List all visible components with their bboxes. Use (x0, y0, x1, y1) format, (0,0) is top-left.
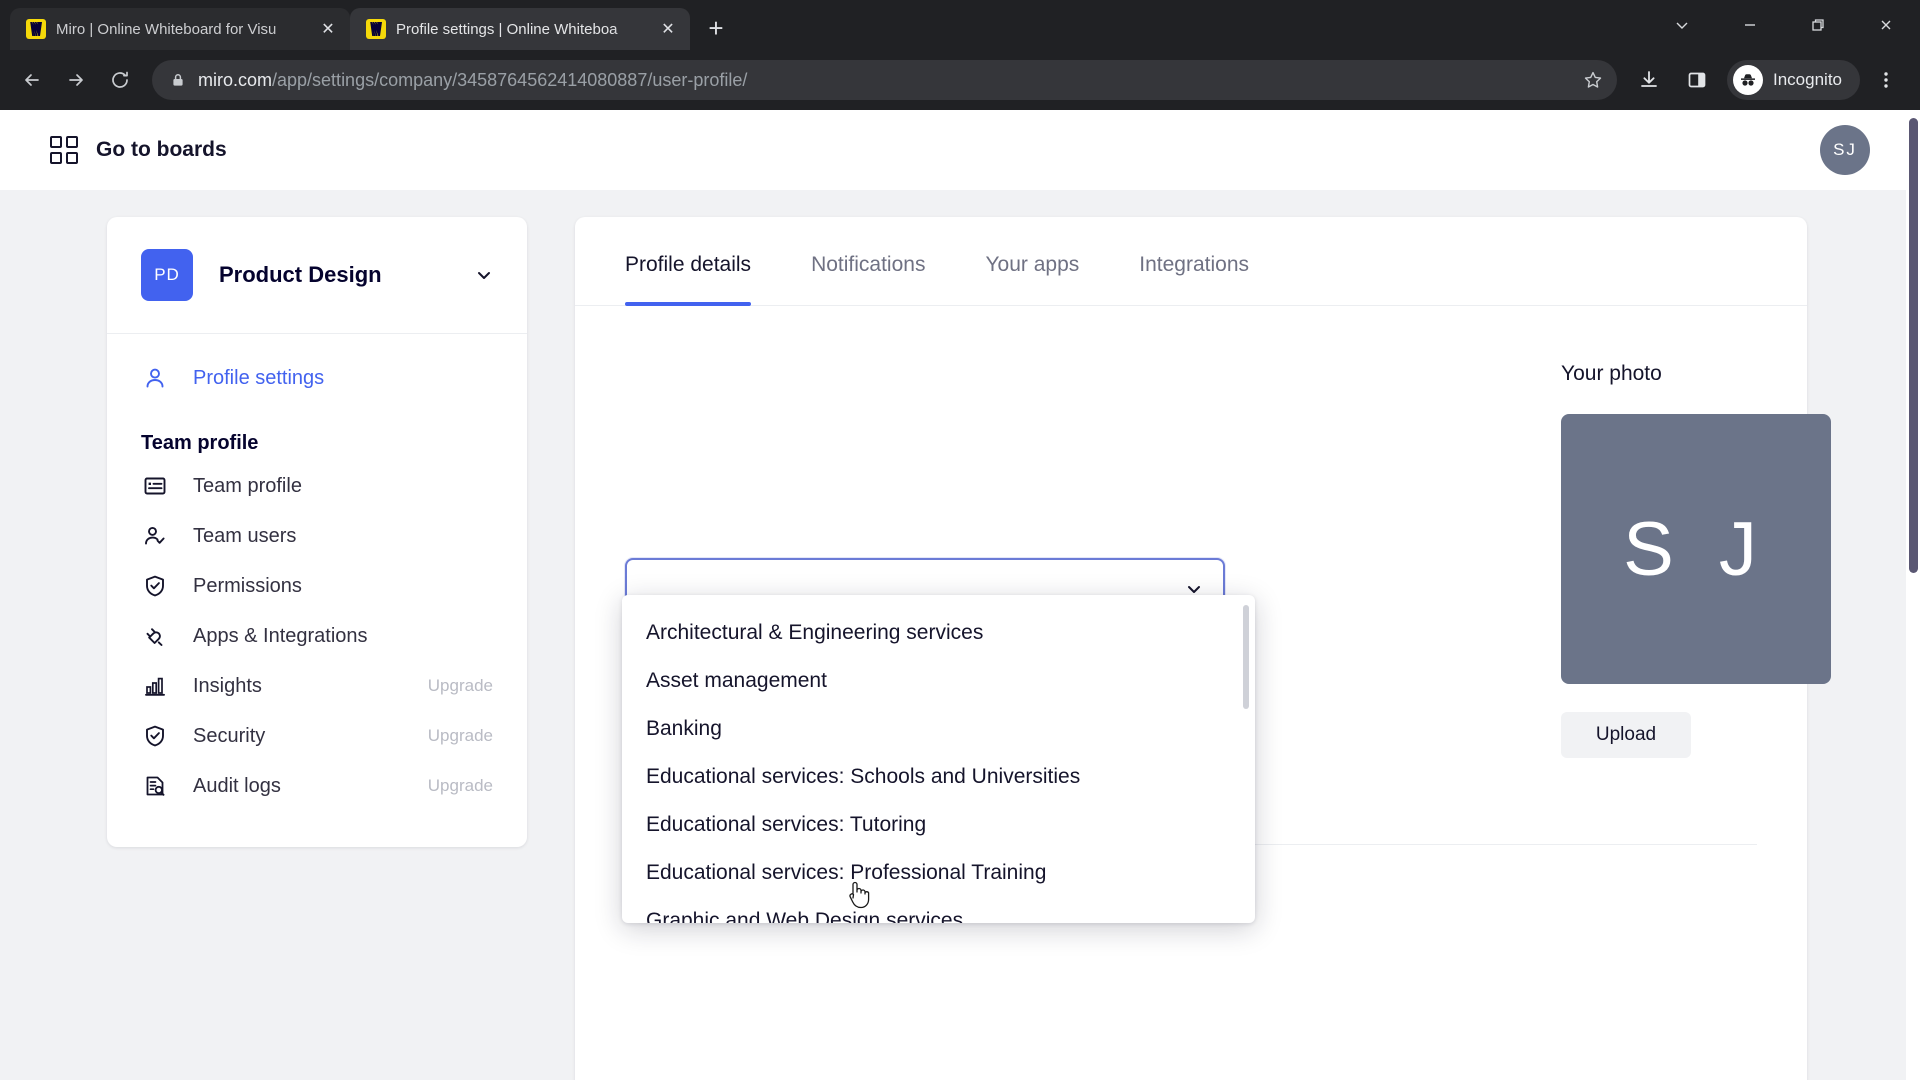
url-host: miro.com (198, 69, 273, 90)
chevron-down-icon[interactable] (1648, 0, 1716, 50)
lock-icon (170, 72, 186, 88)
team-name: Product Design (219, 262, 382, 287)
settings-tabs: Profile details Notifications Your apps … (575, 217, 1807, 306)
app-header: Go to boards SJ (0, 110, 1920, 190)
sidebar-item-label: Security (193, 724, 266, 747)
forward-icon[interactable] (56, 60, 96, 100)
address-bar[interactable]: miro.com/app/settings/company/3458764562… (152, 60, 1617, 100)
dropdown-option[interactable]: Graphic and Web Design services (622, 897, 1255, 923)
sidebar-item-security[interactable]: Security Upgrade (107, 711, 527, 761)
sidebar-item-label: Apps & Integrations (193, 624, 368, 647)
browser-toolbar: miro.com/app/settings/company/3458764562… (0, 50, 1920, 110)
go-to-boards-button[interactable]: Go to boards (50, 136, 227, 164)
side-panel-icon[interactable] (1675, 58, 1719, 102)
sidebar-item-label: Team profile (193, 474, 302, 497)
photo-section: Your photo S J Upload (1551, 362, 1831, 758)
url-path: /app/settings/company/345876456241408088… (272, 69, 748, 90)
photo-title: Your photo (1561, 362, 1662, 385)
profile-photo: S J (1561, 414, 1831, 684)
tab-integrations[interactable]: Integrations (1139, 217, 1249, 305)
sidebar-item-team-users[interactable]: Team users (107, 511, 527, 561)
user-icon (141, 364, 169, 392)
dropdown-option[interactable]: Banking (622, 705, 1255, 753)
sidebar-item-label: Permissions (193, 574, 302, 597)
team-avatar: PD (141, 249, 193, 301)
sidebar-item-audit-logs[interactable]: Audit logs Upgrade (107, 761, 527, 811)
bar-chart-icon (141, 672, 169, 700)
dropdown-scrollbar[interactable] (1243, 605, 1249, 709)
industry-dropdown-menu[interactable]: Architectural & Engineering services Ass… (622, 595, 1255, 923)
team-profile-icon (141, 472, 169, 500)
sidebar-item-badge: Upgrade (427, 776, 493, 795)
dropdown-option[interactable]: Asset management (622, 657, 1255, 705)
user-check-icon (141, 522, 169, 550)
chevron-down-icon[interactable] (475, 266, 493, 284)
settings-sidebar: PD Product Design Profile settings Team … (107, 217, 527, 847)
dropdown-option[interactable]: Educational services: Schools and Univer… (622, 753, 1255, 801)
tab-notifications[interactable]: Notifications (811, 217, 925, 305)
browser-window: Miro | Online Whiteboard for Visu ✕ Prof… (0, 0, 1920, 1080)
window-controls (1648, 0, 1920, 50)
url-text: miro.com/app/settings/company/3458764562… (198, 70, 1571, 91)
download-icon[interactable] (1627, 58, 1671, 102)
tab-profile-details[interactable]: Profile details (625, 217, 752, 306)
new-tab-button[interactable]: + (696, 8, 736, 48)
shield-check-icon (141, 722, 169, 750)
browser-tab-1[interactable]: Profile settings | Online Whiteboa ✕ (350, 8, 690, 50)
sidebar-item-profile-settings[interactable]: Profile settings (107, 352, 527, 404)
browser-tab-title: Miro | Online Whiteboard for Visu (56, 20, 277, 38)
close-icon[interactable]: ✕ (658, 19, 678, 39)
sidebar-item-team-profile[interactable]: Team profile (107, 461, 527, 511)
browser-tab-0[interactable]: Miro | Online Whiteboard for Visu ✕ (10, 8, 350, 50)
avatar[interactable]: SJ (1820, 125, 1870, 175)
dropdown-option[interactable]: Architectural & Engineering services (622, 609, 1255, 657)
incognito-icon (1733, 65, 1763, 95)
three-dot-menu-icon[interactable] (1864, 58, 1908, 102)
sidebar-item-label: Audit logs (193, 774, 281, 797)
close-icon[interactable] (1852, 0, 1920, 50)
browser-tab-strip: Miro | Online Whiteboard for Visu ✕ Prof… (0, 0, 1920, 50)
sidebar-section-title: Team profile (141, 432, 259, 454)
sidebar-item-label: Team users (193, 524, 297, 547)
go-to-boards-label: Go to boards (96, 138, 227, 161)
upload-button[interactable]: Upload (1561, 712, 1691, 758)
shield-check-icon (141, 572, 169, 600)
sidebar-item-badge: Upgrade (427, 676, 493, 695)
sidebar-item-insights[interactable]: Insights Upgrade (107, 661, 527, 711)
tab-your-apps[interactable]: Your apps (985, 217, 1079, 305)
page-scrollbar-thumb[interactable] (1909, 118, 1918, 573)
dropdown-option-list: Architectural & Engineering services Ass… (622, 595, 1255, 923)
minimize-icon[interactable] (1716, 0, 1784, 50)
plug-icon (141, 622, 169, 650)
bookmark-star-icon[interactable] (1583, 70, 1609, 90)
sidebar-item-label: Insights (193, 674, 262, 697)
page-content: PD Product Design Profile settings Team … (0, 190, 1920, 1080)
close-icon[interactable]: ✕ (318, 19, 338, 39)
dropdown-option[interactable]: Educational services: Tutoring (622, 801, 1255, 849)
browser-tab-title: Profile settings | Online Whiteboa (396, 20, 618, 38)
incognito-indicator[interactable]: Incognito (1727, 60, 1860, 100)
miro-favicon (26, 19, 46, 39)
audit-log-icon (141, 772, 169, 800)
grid-icon (50, 136, 78, 164)
miro-favicon (366, 19, 386, 39)
dropdown-option[interactable]: Educational services: Professional Train… (622, 849, 1255, 897)
team-switcher[interactable]: PD Product Design (107, 217, 527, 334)
page-scrollbar[interactable] (1906, 110, 1920, 1080)
sidebar-item-badge: Upgrade (427, 726, 493, 745)
restore-icon[interactable] (1784, 0, 1852, 50)
sidebar-item-label: Profile settings (193, 366, 325, 389)
sidebar-item-apps-integrations[interactable]: Apps & Integrations (107, 611, 527, 661)
page-viewport: Go to boards SJ PD Product Design Profil… (0, 110, 1920, 1080)
back-icon[interactable] (12, 60, 52, 100)
reload-icon[interactable] (100, 60, 140, 100)
incognito-label: Incognito (1773, 70, 1842, 89)
sidebar-item-permissions[interactable]: Permissions (107, 561, 527, 611)
